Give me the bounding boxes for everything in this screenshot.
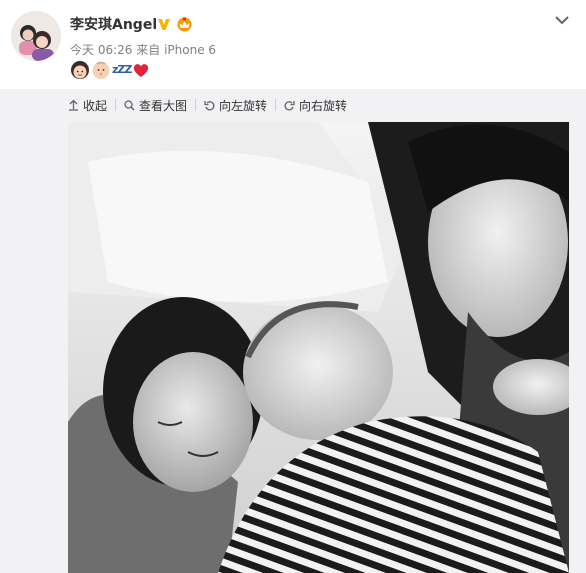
weibo-post-card: 李安琪Angel 今天 06:26 来自 iPhone 6 zZZ 收起 查看大… — [0, 0, 586, 573]
post-time[interactable]: 今天 06:26 — [70, 43, 132, 57]
view-large-button[interactable]: 查看大图 — [124, 97, 187, 114]
post-meta: 今天 06:26 来自 iPhone 6 — [70, 41, 216, 58]
collapse-icon — [69, 99, 78, 111]
source-prefix: 来自 — [136, 43, 161, 57]
red-heart-icon — [132, 61, 150, 83]
post-photo[interactable] — [68, 122, 569, 573]
username[interactable]: 李安琪Angel — [70, 14, 157, 34]
avatar[interactable] — [11, 11, 61, 61]
view-large-label: 查看大图 — [139, 98, 188, 113]
divider — [195, 99, 197, 111]
divider — [275, 99, 277, 111]
rotate-right-icon — [284, 100, 295, 110]
verified-badge-icon — [157, 16, 171, 30]
media-toolbar: 收起 查看大图 向左旋转 向右旋转 — [68, 96, 347, 114]
rotate-left-button[interactable]: 向左旋转 — [204, 97, 267, 114]
member-crown-icon[interactable] — [176, 15, 193, 32]
zzz-icon: zZZ — [112, 62, 132, 76]
rotate-left-label: 向左旋转 — [219, 98, 268, 113]
rotate-right-button[interactable]: 向右旋转 — [284, 97, 347, 114]
post-source[interactable]: iPhone 6 — [164, 43, 216, 57]
collapse-label: 收起 — [83, 98, 108, 113]
collapse-button[interactable]: 收起 — [68, 97, 107, 114]
baby-face-icon — [91, 60, 111, 84]
rotate-left-icon — [204, 100, 215, 110]
girl-face-icon — [70, 60, 90, 84]
rotate-right-label: 向右旋转 — [299, 98, 348, 113]
divider — [115, 99, 117, 111]
magnifier-icon — [124, 99, 135, 111]
chevron-down-icon[interactable] — [554, 11, 570, 25]
post-text: zZZ — [70, 61, 150, 83]
